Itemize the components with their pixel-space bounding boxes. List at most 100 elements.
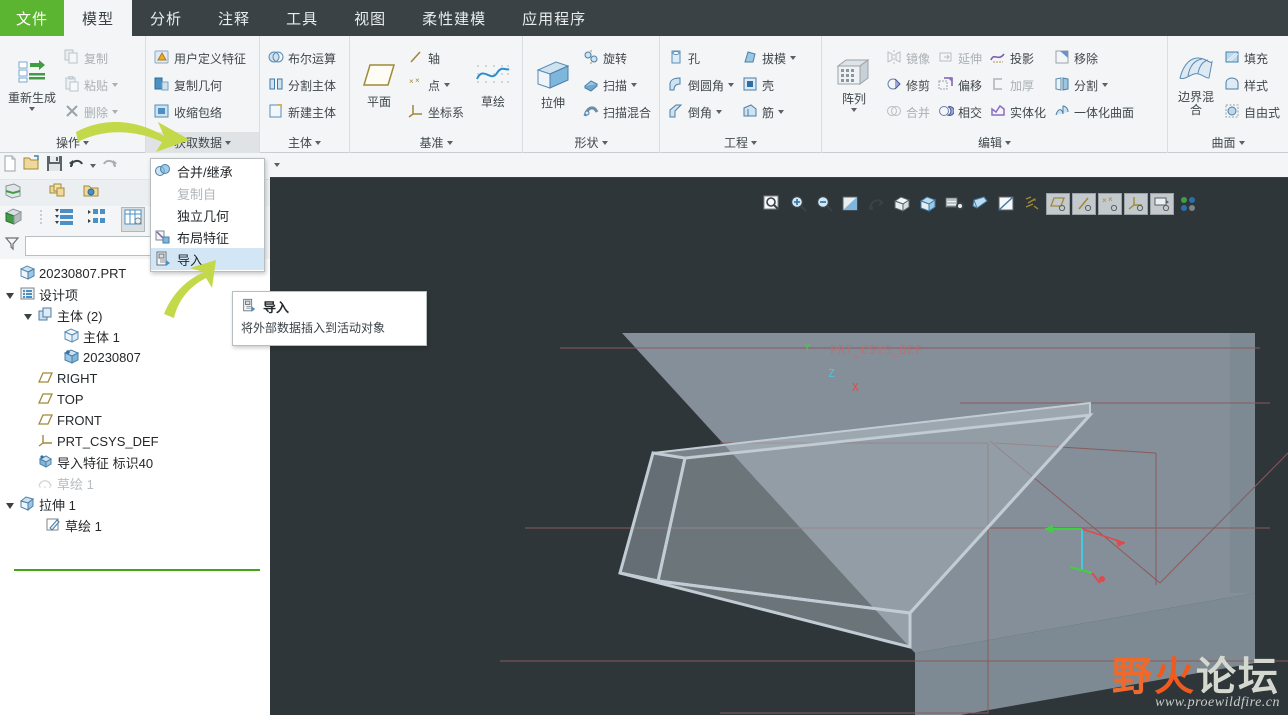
rib-caret-icon[interactable] [778, 110, 785, 114]
redo-icon[interactable] [101, 155, 118, 177]
sketch-button[interactable]: 草绘 [468, 39, 518, 131]
pattern-button[interactable]: 阵列 [826, 39, 882, 131]
display-style-icon[interactable] [994, 193, 1018, 215]
tree-expander[interactable] [22, 308, 34, 323]
paste-button[interactable]: 粘贴 [60, 72, 122, 99]
remove-button[interactable]: 移除 [1050, 45, 1138, 72]
ribbon-group-datum-label[interactable]: 基准 [350, 132, 522, 153]
tree-row-top-plane[interactable]: TOP [0, 389, 270, 410]
new-icon[interactable] [2, 155, 18, 177]
split-body-button[interactable]: 分割主体 [264, 72, 340, 99]
table-view-icon[interactable] [121, 206, 145, 232]
perspective-icon[interactable] [968, 193, 992, 215]
datum-point-button[interactable]: × × 点 [404, 72, 468, 99]
offset-button[interactable]: 偏移 [934, 72, 986, 99]
menu-tab-model[interactable]: 模型 [64, 0, 133, 36]
point-display-icon[interactable]: × × [1098, 193, 1122, 215]
ribbon-group-get-data-label[interactable]: 获取数据 [146, 132, 259, 153]
zoom-out-icon[interactable] [812, 193, 836, 215]
undo-icon[interactable] [68, 155, 85, 177]
save-icon[interactable] [46, 155, 63, 177]
shrinkwrap-button[interactable]: 收缩包络 [150, 99, 250, 126]
datum-display-icon[interactable]: × [1020, 193, 1044, 215]
shading-icon[interactable] [890, 193, 914, 215]
draft-caret-icon[interactable] [790, 56, 797, 60]
zoom-fit-icon[interactable] [760, 193, 784, 215]
swept-blend-button[interactable]: 扫描混合 [579, 99, 655, 126]
funnel-icon[interactable] [4, 235, 20, 256]
tree-filter-icon[interactable] [48, 182, 66, 205]
ribbon-group-body-label[interactable]: 主体 [260, 132, 349, 153]
datum-plane-button[interactable]: 平面 [354, 39, 404, 131]
tree-row-front-plane[interactable]: FRONT [0, 410, 270, 431]
datum-axis-button[interactable]: 轴 [404, 45, 468, 72]
layer-display-icon[interactable] [1176, 193, 1200, 215]
boundary-blend-button[interactable]: 边界混合 [1172, 39, 1220, 131]
tree-row-bodies[interactable]: 主体 (2) [0, 305, 270, 326]
trim-button[interactable]: 修剪 [882, 72, 934, 99]
delete-button[interactable]: 删除 [60, 99, 122, 126]
intersect-button[interactable]: 相交 [934, 99, 986, 126]
paste-caret-icon[interactable] [112, 83, 119, 87]
solidify-button[interactable]: 实体化 [986, 99, 1050, 126]
menu-item-copy-from[interactable]: 复制自 [151, 182, 264, 204]
datum-group-caret-icon[interactable] [446, 140, 453, 145]
csys-display-icon[interactable] [1124, 193, 1148, 215]
undo-caret-icon[interactable] [90, 164, 96, 168]
tree-settings-icon[interactable] [82, 182, 100, 205]
chamfer-caret-icon[interactable] [716, 110, 723, 114]
model-tree[interactable]: 20230807.PRT 设计项 主体 (2) 主体 1 20230807 RI… [0, 259, 270, 715]
boolean-button[interactable]: 布尔运算 [264, 45, 340, 72]
rib-button[interactable]: 筋 [738, 99, 800, 126]
menu-tab-applications[interactable]: 应用程序 [504, 0, 604, 36]
model-3d-canvas[interactable] [270, 153, 1288, 715]
draft-button[interactable]: 拔模 [738, 45, 800, 72]
menu-tab-flexible-modeling[interactable]: 柔性建模 [404, 0, 504, 36]
tree-expander[interactable] [4, 287, 16, 302]
annotation-display-icon[interactable] [1150, 193, 1174, 215]
tree-expander[interactable] [4, 497, 16, 512]
sweep-button[interactable]: 扫描 [579, 72, 655, 99]
datum-point-caret-icon[interactable] [444, 83, 450, 87]
sweep-caret-icon[interactable] [631, 83, 637, 87]
unify-surface-button[interactable]: 一体化曲面 [1050, 99, 1138, 126]
body-group-caret-icon[interactable] [315, 140, 321, 145]
tree-row-import-feature[interactable]: 导入特征 标识40 [0, 452, 270, 473]
menu-tab-annotate[interactable]: 注释 [200, 0, 268, 36]
tree-row-body-1[interactable]: 主体 1 [0, 326, 270, 347]
engineering-group-caret-icon[interactable] [751, 140, 757, 145]
udf-button[interactable]: 用户定义特征 [150, 45, 250, 72]
menu-item-layout-feature[interactable]: 布局特征 [151, 226, 264, 248]
ribbon-group-shapes-label[interactable]: 形状 [523, 132, 659, 153]
shading-edges-icon[interactable] [916, 193, 940, 215]
tree-columns-icon[interactable] [88, 207, 108, 231]
plane-display-icon[interactable] [1046, 193, 1070, 215]
ribbon-group-operations-label[interactable]: 操作 [0, 132, 145, 153]
tree-row-sketch-suppressed[interactable]: 草绘 1 [0, 473, 270, 494]
menu-item-independent-geometry[interactable]: 独立几何 [151, 204, 264, 226]
regenerate-button[interactable]: 重新生成 [4, 39, 60, 131]
ribbon-group-editing-label[interactable]: 编辑 [822, 132, 1167, 153]
navigator-tab-icon[interactable] [4, 182, 22, 205]
menu-tab-file[interactable]: 文件 [0, 0, 65, 36]
menu-item-import[interactable]: 导入 [151, 248, 264, 270]
list-view-icon[interactable] [55, 207, 75, 231]
chamfer-button[interactable]: 倒角 [664, 99, 738, 126]
extrude-button[interactable]: 拉伸 [527, 39, 579, 131]
part-cube-icon[interactable] [4, 207, 23, 231]
revolve-button[interactable]: 旋转 [579, 45, 655, 72]
surfaces-group-caret-icon[interactable] [1238, 140, 1245, 145]
shapes-group-caret-icon[interactable] [601, 140, 608, 145]
spin-center-icon[interactable] [864, 193, 888, 215]
new-body-button[interactable]: 新建主体 [264, 99, 340, 126]
project-button[interactable]: 投影 [986, 45, 1050, 72]
zoom-in-icon[interactable] [786, 193, 810, 215]
hole-button[interactable]: 孔 [664, 45, 738, 72]
tree-row-csys[interactable]: PRT_CSYS_DEF [0, 431, 270, 452]
operations-group-caret-icon[interactable] [83, 140, 89, 145]
menu-item-merge-inherit[interactable]: 合并/继承 [151, 160, 264, 182]
fill-button[interactable]: 填充 [1220, 45, 1284, 72]
copy-button[interactable]: 复制 [60, 45, 122, 72]
tree-row-extrude-1[interactable]: 拉伸 1 [0, 494, 270, 515]
menu-tab-view[interactable]: 视图 [336, 0, 404, 36]
